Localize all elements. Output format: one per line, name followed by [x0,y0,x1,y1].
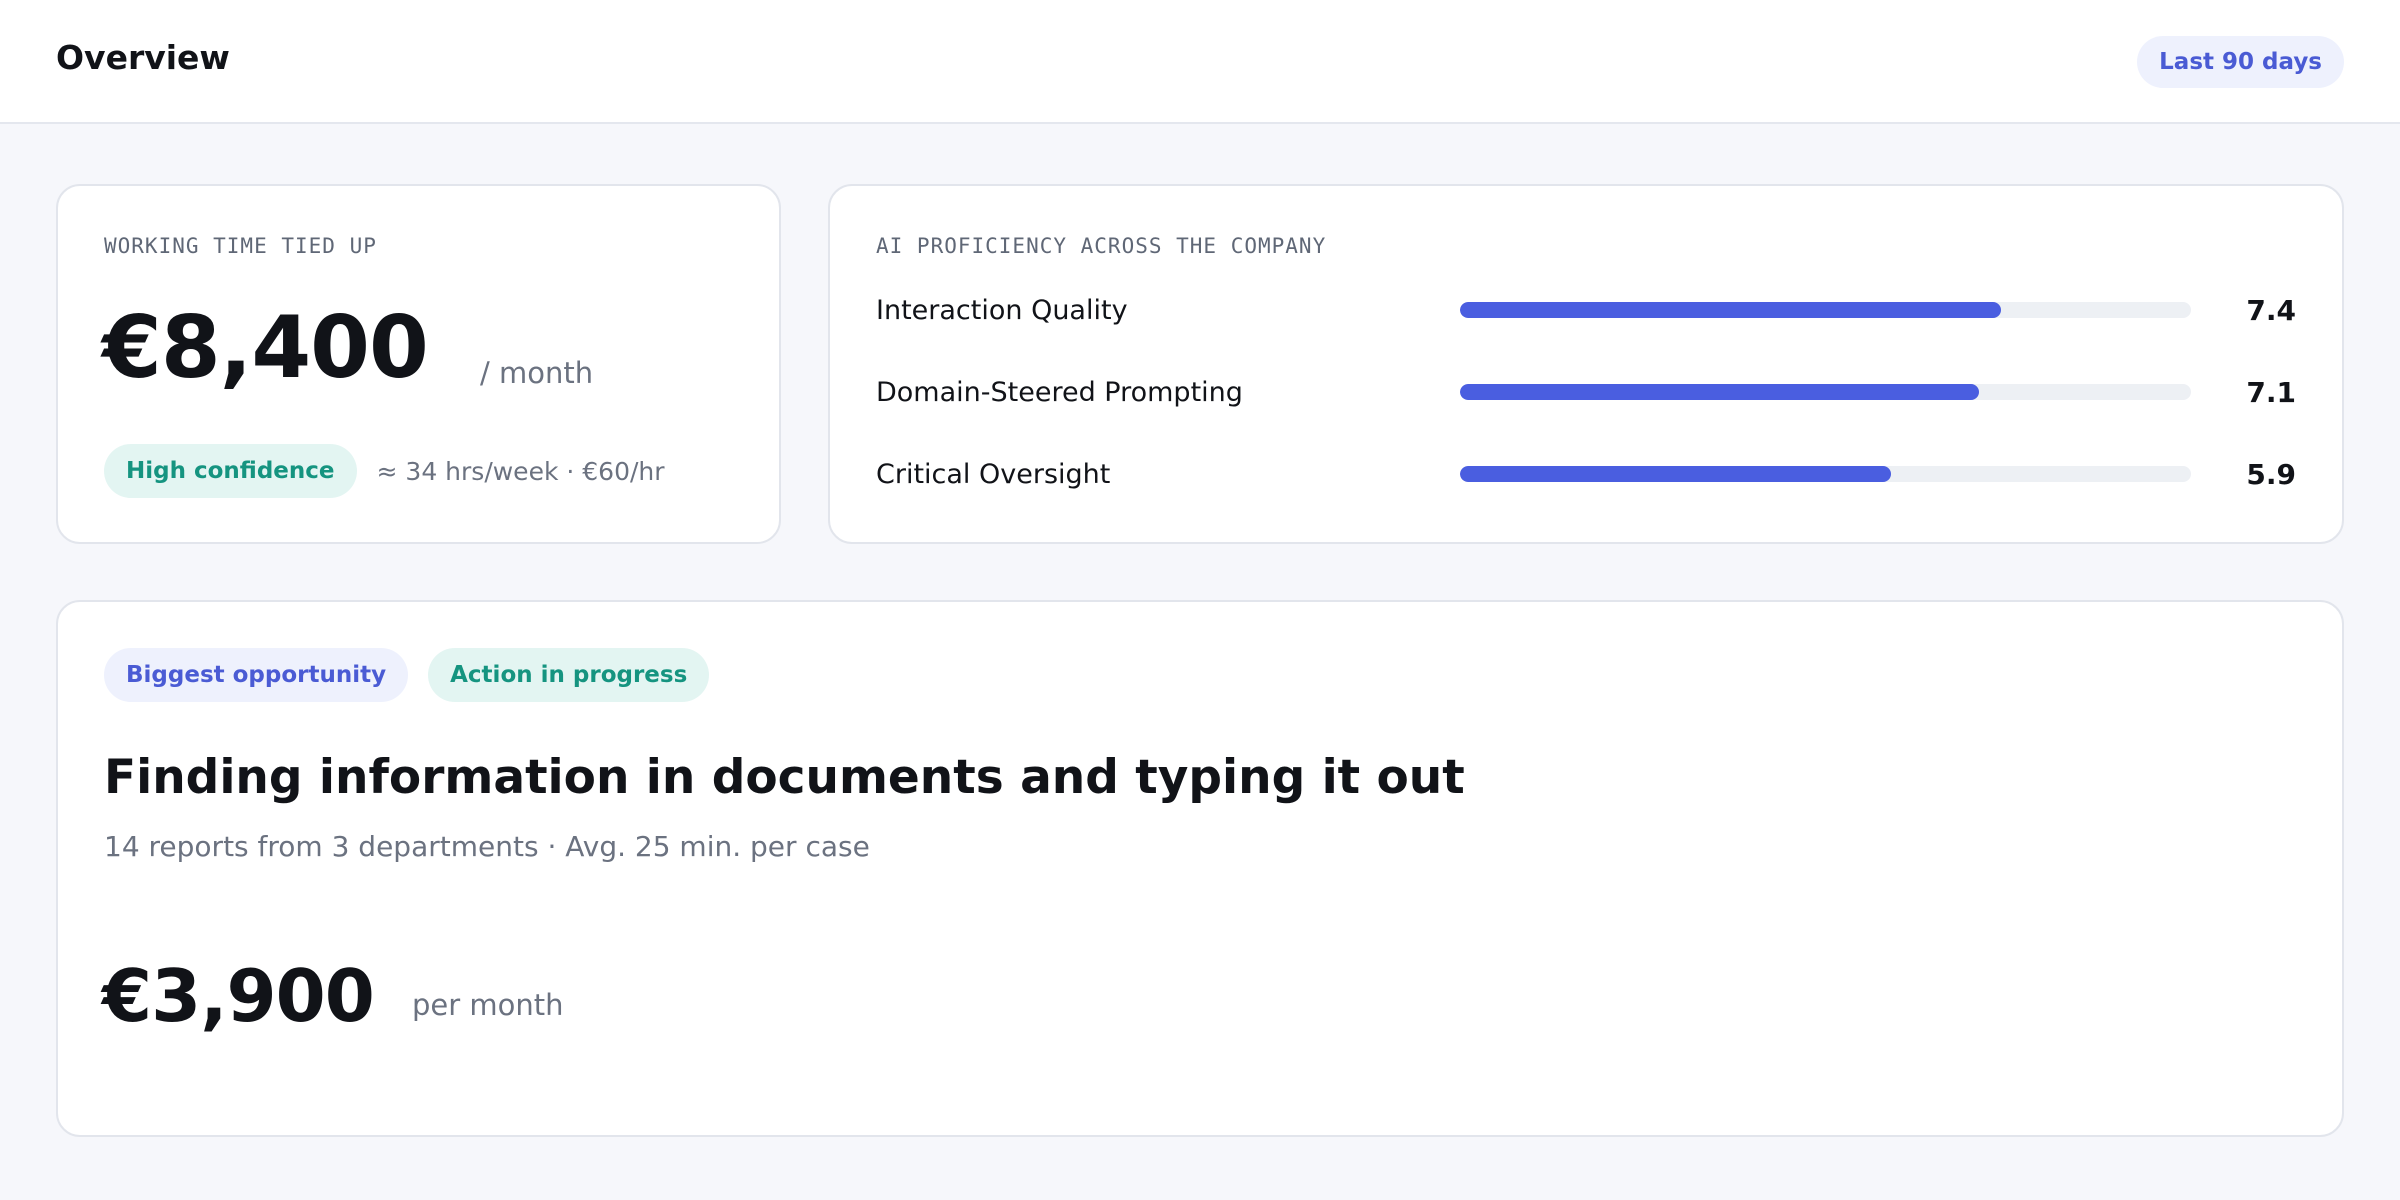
metric-bar-fill [1460,302,2001,318]
metric-bar-fill [1460,384,1979,400]
metric-value: 7.4 [2246,293,2296,327]
ai-proficiency-card: AI PROFICIENCY ACROSS THE COMPANY Intera… [828,184,2344,544]
metric-row-interaction-quality: Interaction Quality 7.4 [876,288,2296,332]
opportunity-title: Finding information in documents and typ… [104,750,1465,805]
working-time-eyebrow: WORKING TIME TIED UP [104,234,377,258]
metric-label: Interaction Quality [876,294,1128,326]
working-time-amount: €8,400 [102,298,429,398]
metric-label: Domain-Steered Prompting [876,376,1243,408]
metric-value: 7.1 [2246,375,2296,409]
date-range-button[interactable]: Last 90 days [2137,36,2344,88]
metric-bar-track [1460,302,2191,318]
opportunity-tags: Biggest opportunity Action in progress [104,648,710,702]
rate-note: ≈ 34 hrs/week · €60/hr [376,456,665,486]
metric-bar-track [1460,384,2191,400]
metric-bar-fill [1460,466,1892,482]
metric-row-critical-oversight: Critical Oversight 5.9 [876,452,2296,496]
opportunity-amount: €3,900 [102,954,375,1038]
opportunity-card: Biggest opportunity Action in progress F… [56,600,2344,1137]
metric-value: 5.9 [2246,457,2296,491]
confidence-row: High confidence ≈ 34 hrs/week · €60/hr [104,444,665,498]
page-title: Overview [56,38,230,77]
working-time-card: WORKING TIME TIED UP €8,400 / month High… [56,184,781,544]
metric-row-domain-steered-prompting: Domain-Steered Prompting 7.1 [876,370,2296,414]
metric-label: Critical Oversight [876,458,1111,490]
opportunity-subtitle: 14 reports from 3 departments · Avg. 25 … [104,830,870,863]
top-header: Overview Last 90 days [0,0,2400,124]
ai-proficiency-eyebrow: AI PROFICIENCY ACROSS THE COMPANY [876,234,1327,258]
working-time-unit: / month [480,356,594,390]
biggest-opportunity-badge: Biggest opportunity [104,648,409,702]
opportunity-unit: per month [412,988,564,1022]
metric-bar-track [1460,466,2191,482]
confidence-badge: High confidence [104,444,357,498]
action-in-progress-badge: Action in progress [428,648,710,702]
